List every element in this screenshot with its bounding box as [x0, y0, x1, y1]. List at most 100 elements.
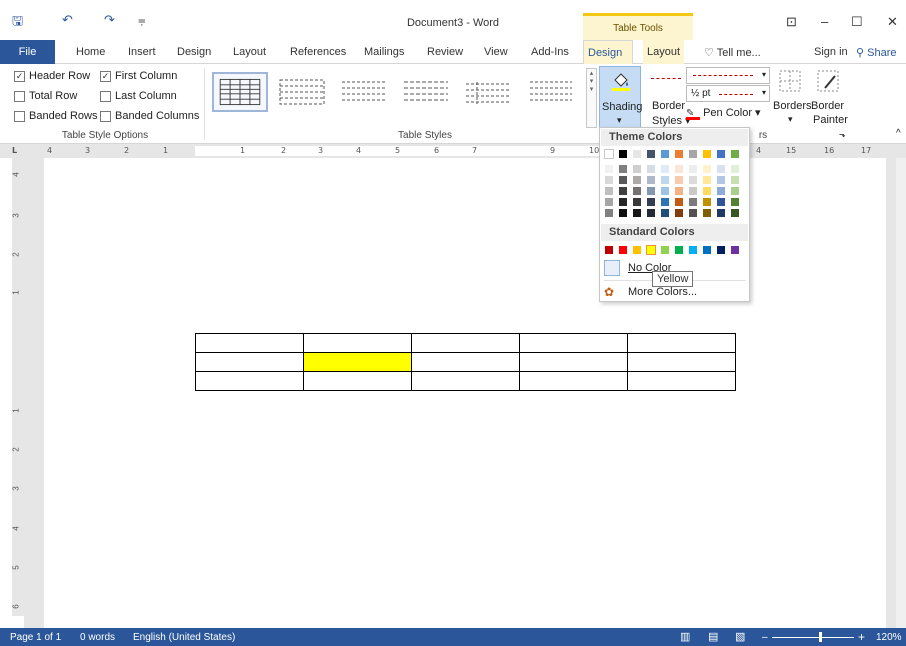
table-cell[interactable] — [627, 371, 736, 391]
standard-color-swatch[interactable] — [716, 245, 726, 255]
borders-grid-icon[interactable] — [777, 68, 803, 94]
web-layout-icon[interactable]: ▧ — [735, 630, 745, 643]
last-column-checkbox[interactable] — [100, 90, 111, 102]
document-page[interactable] — [44, 158, 886, 628]
standard-color-swatch[interactable] — [618, 245, 628, 255]
theme-shade-swatch[interactable] — [660, 197, 670, 207]
zoom-out-button[interactable]: – — [762, 632, 768, 643]
theme-shade-swatch[interactable] — [618, 175, 628, 185]
theme-shade-swatch[interactable] — [604, 175, 614, 185]
theme-shade-swatch[interactable] — [674, 175, 684, 185]
theme-shade-swatch[interactable] — [618, 197, 628, 207]
theme-shade-swatch[interactable] — [618, 208, 628, 218]
page-count[interactable]: Page 1 of 1 — [10, 632, 61, 643]
tab-mailings[interactable]: Mailings — [360, 43, 408, 61]
banded-columns-checkbox[interactable] — [100, 110, 111, 122]
theme-shade-swatch[interactable] — [604, 197, 614, 207]
table-cell[interactable] — [627, 333, 736, 353]
theme-shade-swatch[interactable] — [632, 175, 642, 185]
theme-shade-swatch[interactable] — [604, 208, 614, 218]
zoom-slider-thumb[interactable] — [819, 632, 822, 642]
theme-shade-swatch[interactable] — [632, 197, 642, 207]
table-style-thumb[interactable] — [274, 72, 330, 112]
header-row-option[interactable]: ✓ Header Row — [14, 70, 90, 82]
theme-shade-swatch[interactable] — [674, 208, 684, 218]
line-weight-dropdown[interactable]: ½ pt ▾ — [686, 85, 770, 102]
table-cell[interactable] — [303, 371, 412, 391]
tab-addins[interactable]: Add-Ins — [527, 43, 573, 61]
tab-selector-icon[interactable]: L — [12, 146, 17, 155]
table-style-thumb[interactable] — [522, 72, 578, 112]
header-row-checkbox[interactable]: ✓ — [14, 70, 25, 82]
theme-shade-swatch[interactable] — [660, 175, 670, 185]
theme-color-swatch[interactable] — [646, 149, 656, 159]
standard-color-swatch[interactable] — [674, 245, 684, 255]
theme-shade-swatch[interactable] — [716, 175, 726, 185]
theme-shade-swatch[interactable] — [674, 164, 684, 174]
zoom-in-button[interactable]: + — [858, 630, 865, 644]
table-cell[interactable] — [303, 333, 412, 353]
theme-shade-swatch[interactable] — [632, 208, 642, 218]
total-row-option[interactable]: Total Row — [14, 90, 77, 102]
tab-insert[interactable]: Insert — [124, 43, 160, 61]
theme-shade-swatch[interactable] — [604, 186, 614, 196]
banded-rows-checkbox[interactable] — [14, 110, 25, 122]
theme-shade-swatch[interactable] — [730, 197, 740, 207]
word-count[interactable]: 0 words — [80, 632, 115, 643]
table-cell[interactable] — [195, 352, 304, 372]
tab-home[interactable]: Home — [72, 43, 109, 61]
borders-dialog-launcher-icon[interactable]: ⬎ — [839, 130, 846, 139]
table-style-thumb[interactable] — [460, 72, 516, 112]
table-cell[interactable] — [411, 352, 520, 372]
theme-shade-swatch[interactable] — [660, 208, 670, 218]
standard-color-swatch[interactable] — [688, 245, 698, 255]
tell-me-search[interactable]: ♡ Tell me... — [700, 43, 765, 62]
tab-design[interactable]: Design — [173, 43, 215, 61]
line-style-dropdown[interactable]: ▾ — [686, 67, 770, 84]
theme-shade-swatch[interactable] — [674, 197, 684, 207]
theme-color-swatch[interactable] — [674, 149, 684, 159]
theme-shade-swatch[interactable] — [716, 164, 726, 174]
table-cell[interactable] — [195, 333, 304, 353]
theme-color-swatch[interactable] — [688, 149, 698, 159]
table-style-grid-selected[interactable] — [212, 72, 268, 112]
theme-shade-swatch[interactable] — [618, 186, 628, 196]
theme-color-swatch[interactable] — [618, 149, 628, 159]
theme-shade-swatch[interactable] — [702, 186, 712, 196]
tab-review[interactable]: Review — [423, 43, 467, 61]
standard-color-swatch[interactable] — [660, 245, 670, 255]
close-button[interactable]: ✕ — [887, 14, 898, 30]
read-mode-icon[interactable]: ▥ — [680, 630, 690, 643]
theme-shade-swatch[interactable] — [646, 197, 656, 207]
sign-in-link[interactable]: Sign in — [810, 43, 852, 61]
tab-table-design[interactable]: Design — [583, 40, 633, 65]
theme-shade-swatch[interactable] — [702, 197, 712, 207]
theme-shade-swatch[interactable] — [730, 175, 740, 185]
theme-color-swatch[interactable] — [702, 149, 712, 159]
standard-color-swatch[interactable] — [730, 245, 740, 255]
table-cell[interactable] — [195, 371, 304, 391]
border-styles-label[interactable]: Border — [652, 100, 685, 112]
ribbon-display-options-icon[interactable]: ⊡ — [786, 14, 797, 30]
theme-color-swatch[interactable] — [660, 149, 670, 159]
pen-color-button[interactable]: ✎ Pen Color ▾ — [686, 106, 761, 120]
print-layout-icon[interactable]: ▤ — [708, 630, 718, 643]
theme-shade-swatch[interactable] — [730, 208, 740, 218]
last-column-option[interactable]: Last Column — [100, 90, 177, 102]
standard-color-swatch-yellow[interactable] — [646, 245, 656, 255]
theme-shade-swatch[interactable] — [646, 186, 656, 196]
table-style-thumb[interactable] — [398, 72, 454, 112]
theme-shade-swatch[interactable] — [688, 208, 698, 218]
banded-rows-option[interactable]: Banded Rows — [14, 110, 98, 122]
first-column-checkbox[interactable]: ✓ — [100, 70, 111, 82]
table-cell[interactable] — [627, 352, 736, 372]
theme-shade-swatch[interactable] — [660, 164, 670, 174]
border-painter-label1[interactable]: Border — [811, 100, 844, 112]
theme-shade-swatch[interactable] — [646, 164, 656, 174]
borders-label[interactable]: Borders — [773, 100, 812, 112]
horizontal-ruler[interactable]: L 4 3 2 1 1 2 3 4 5 6 7 9 10 4 15 16 17 — [0, 144, 906, 158]
maximize-button[interactable]: ☐ — [851, 14, 863, 30]
theme-shade-swatch[interactable] — [702, 208, 712, 218]
theme-shade-swatch[interactable] — [632, 164, 642, 174]
vertical-scrollbar[interactable] — [896, 158, 906, 628]
